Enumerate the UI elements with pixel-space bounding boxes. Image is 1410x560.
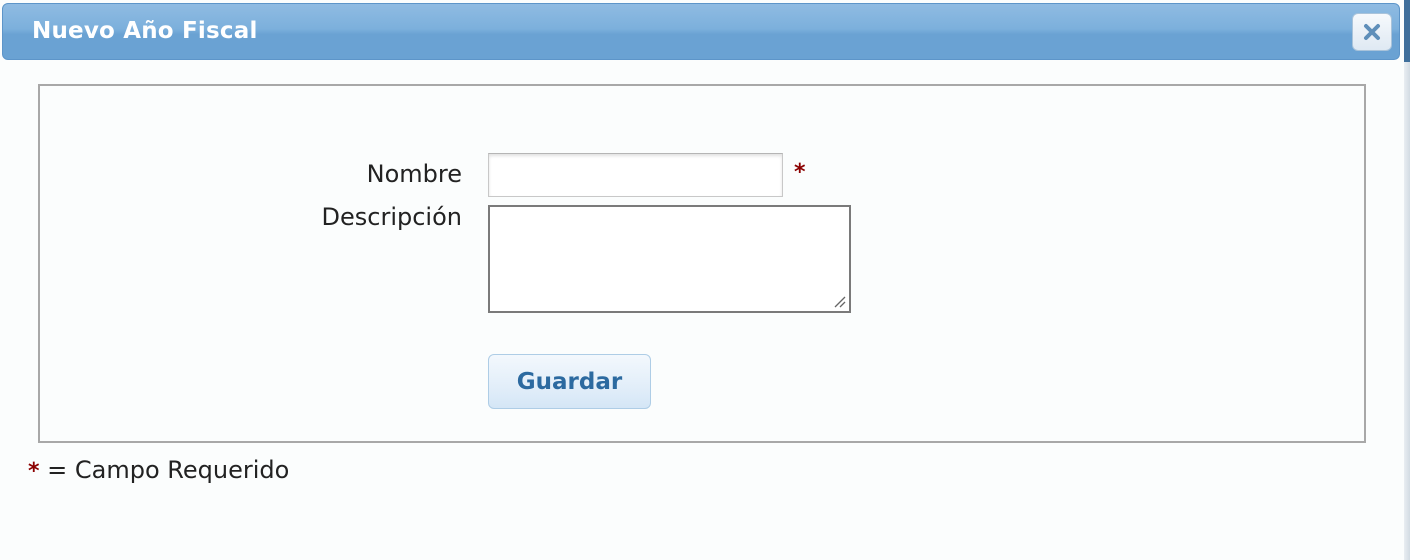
nombre-label: Nombre bbox=[366, 160, 462, 188]
legend-required-marker: * bbox=[28, 459, 40, 484]
descripcion-label: Descripción bbox=[321, 203, 462, 231]
close-button[interactable] bbox=[1352, 13, 1392, 51]
close-icon bbox=[1362, 22, 1382, 42]
required-marker: * bbox=[794, 160, 806, 185]
descripcion-label-wrap: Descripción bbox=[212, 203, 462, 231]
dialog: Nuevo Año Fiscal Nombre * Descripción Gu… bbox=[0, 0, 1410, 560]
nombre-label-wrap: Nombre bbox=[212, 160, 462, 188]
required-legend: * = Campo Requerido bbox=[28, 456, 289, 484]
background-edge bbox=[1404, 0, 1410, 560]
resize-grip-icon[interactable] bbox=[832, 294, 846, 308]
form-panel: Nombre * Descripción Guardar bbox=[38, 84, 1366, 443]
descripcion-textarea[interactable] bbox=[488, 205, 851, 313]
save-button[interactable]: Guardar bbox=[488, 354, 651, 409]
dialog-title: Nuevo Año Fiscal bbox=[32, 18, 258, 44]
dialog-titlebar[interactable]: Nuevo Año Fiscal bbox=[2, 3, 1400, 60]
nombre-input[interactable] bbox=[488, 153, 783, 197]
legend-text: = Campo Requerido bbox=[47, 456, 290, 484]
